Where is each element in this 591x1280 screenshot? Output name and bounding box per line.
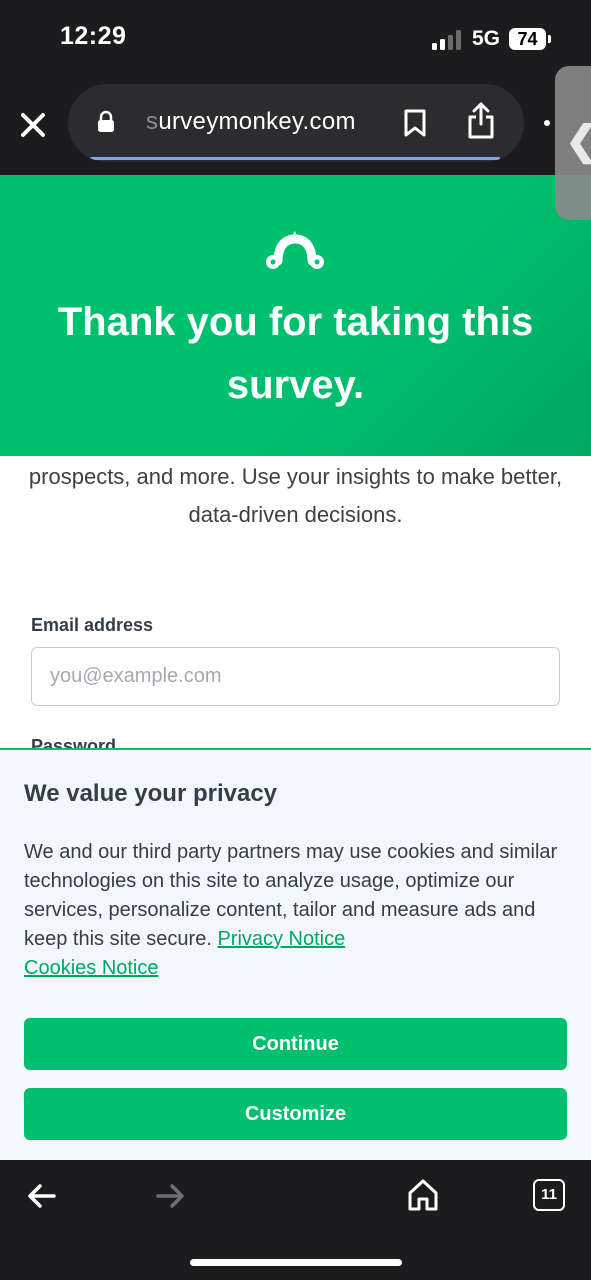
tabs-icon[interactable]: 11: [533, 1179, 565, 1211]
privacy-banner: We value your privacy We and our third p…: [0, 748, 591, 1160]
chevron-left-icon: ❮: [565, 118, 591, 164]
back-arrow-icon[interactable]: [26, 1182, 58, 1210]
email-field[interactable]: [31, 647, 560, 706]
url-text: surveymonkey.com: [146, 108, 356, 136]
network-type: 5G: [472, 27, 501, 50]
page-title: Thank you for taking this survey.: [57, 300, 534, 407]
intro-text: prospects, and more. Use your insights t…: [28, 464, 563, 527]
status-bar: 12:29 5G 74: [0, 0, 591, 80]
web-page: Thank you for taking this survey. prospe…: [0, 175, 591, 1160]
cookies-notice-link[interactable]: Cookies Notice: [24, 957, 159, 979]
continue-button[interactable]: Continue: [24, 1018, 567, 1070]
battery-icon: 74: [509, 28, 551, 50]
hero-banner: Thank you for taking this survey.: [0, 175, 591, 456]
status-time: 12:29: [60, 22, 127, 50]
bookmark-icon[interactable]: [402, 108, 428, 138]
share-icon[interactable]: [466, 100, 496, 140]
home-indicator: [190, 1259, 402, 1266]
privacy-body: We and our third party partners may use …: [24, 838, 569, 983]
more-icon[interactable]: [544, 120, 550, 126]
url-domain: urveymonkey.com: [158, 108, 356, 135]
close-icon[interactable]: [16, 108, 50, 142]
url-field[interactable]: surveymonkey.com: [68, 84, 524, 162]
home-icon[interactable]: [406, 1178, 440, 1212]
browser-toolbar: 11: [0, 1160, 591, 1280]
lock-icon: [98, 110, 114, 132]
privacy-title: We value your privacy: [24, 780, 278, 807]
signal-icon: [432, 30, 464, 50]
surveymonkey-logo-icon: [266, 231, 324, 269]
privacy-notice-link[interactable]: Privacy Notice: [217, 928, 345, 950]
url-faded-prefix: s: [146, 108, 159, 135]
forward-arrow-icon[interactable]: [154, 1182, 186, 1210]
side-panel-handle[interactable]: ❮: [555, 66, 591, 220]
browser-address-bar: surveymonkey.com: [0, 80, 591, 175]
email-label: Email address: [31, 615, 154, 635]
page-load-progress: [90, 157, 500, 160]
customize-button[interactable]: Customize: [24, 1088, 567, 1140]
